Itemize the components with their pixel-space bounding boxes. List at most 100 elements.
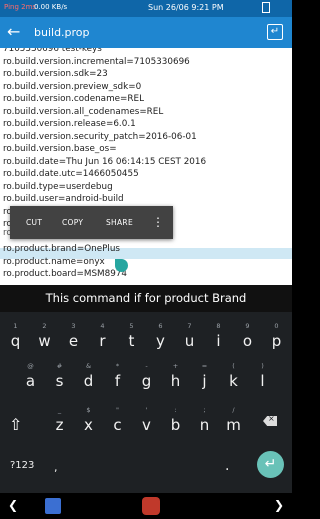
key-alt-label: 4 bbox=[100, 322, 105, 330]
page-title: build.prop bbox=[34, 26, 90, 39]
nav-back-icon[interactable]: ❮ bbox=[8, 498, 18, 512]
key-alt-label: 3 bbox=[71, 322, 76, 330]
app-bar: ← build.prop ↵ bbox=[0, 17, 292, 48]
cut-button[interactable]: CUT bbox=[26, 218, 42, 227]
key-w[interactable]: 2w bbox=[30, 318, 59, 354]
key-e[interactable]: 3e bbox=[59, 318, 88, 354]
key-b[interactable]: :b bbox=[161, 402, 190, 438]
key-n[interactable]: ; n bbox=[190, 402, 219, 438]
key-f[interactable]: * f bbox=[103, 358, 132, 394]
key-q[interactable]: 1q bbox=[1, 318, 30, 354]
key-alt-label: & bbox=[85, 362, 92, 370]
key-r[interactable]: 4r bbox=[88, 318, 117, 354]
comma-key[interactable]: , bbox=[54, 461, 58, 474]
status-bar: Ping 2ms 0.00 KB/s Sun 26/06 9:21 PM bbox=[0, 0, 292, 17]
editor-line[interactable]: 7105330696 test-keys bbox=[3, 48, 102, 54]
editor-line[interactable]: ro.build.version.sdk=23 bbox=[3, 69, 108, 79]
key-z[interactable]: _ z bbox=[45, 402, 74, 438]
key-alt-label: 2 bbox=[42, 322, 47, 330]
key-h[interactable]: + h bbox=[161, 358, 190, 394]
key-label: a bbox=[25, 372, 36, 390]
key-g[interactable]: -g bbox=[132, 358, 161, 394]
status-time: Sun 26/06 9:21 PM bbox=[148, 3, 224, 12]
key-label: l bbox=[260, 372, 265, 390]
app-icon-bird[interactable] bbox=[142, 497, 160, 515]
editor-line[interactable]: ro.build.version.preview_sdk=0 bbox=[3, 82, 141, 92]
share-button[interactable]: SHARE bbox=[106, 218, 133, 227]
key-u[interactable]: 7u bbox=[175, 318, 204, 354]
key-alt-label: * bbox=[115, 362, 120, 370]
key-label: e bbox=[68, 332, 79, 350]
key-alt-label: 0 bbox=[274, 322, 279, 330]
editor-line[interactable]: ro.build.user=android-build bbox=[3, 194, 124, 204]
editor-line[interactable]: ro.build.version.all_codenames=REL bbox=[3, 107, 163, 117]
editor-line[interactable]: ro.build.date.utc=1466050455 bbox=[3, 169, 139, 179]
key-label: d bbox=[83, 372, 94, 390]
key-label: b bbox=[170, 416, 181, 434]
key-o[interactable]: 9o bbox=[233, 318, 262, 354]
key-i[interactable]: 8i bbox=[204, 318, 233, 354]
key-alt-label: = bbox=[201, 362, 208, 370]
selection-handle[interactable] bbox=[115, 259, 128, 272]
editor-line[interactable]: ro.product.name=onyx bbox=[3, 257, 105, 267]
key-label: v bbox=[142, 416, 151, 434]
enter-icon[interactable]: ↵ bbox=[257, 451, 284, 478]
more-vertical-icon[interactable]: ⋮ bbox=[152, 215, 164, 229]
key-s[interactable]: # s bbox=[45, 358, 74, 394]
space-key[interactable] bbox=[76, 458, 216, 474]
return-icon[interactable]: ↵ bbox=[267, 24, 283, 40]
key-alt-label: 7 bbox=[187, 322, 192, 330]
key-m[interactable]: / m bbox=[219, 402, 248, 438]
status-speed: 0.00 KB/s bbox=[34, 3, 68, 11]
key-alt-label: @ bbox=[27, 362, 34, 370]
key-j[interactable]: = j bbox=[190, 358, 219, 394]
key-a[interactable]: @ a bbox=[16, 358, 45, 394]
app-icon-docs[interactable] bbox=[45, 498, 61, 514]
key-alt-label: / bbox=[232, 406, 235, 414]
copy-button[interactable]: COPY bbox=[62, 218, 83, 227]
key-label: w bbox=[38, 332, 51, 350]
nav-forward-icon[interactable]: ❯ bbox=[274, 498, 284, 512]
key-t[interactable]: 5t bbox=[117, 318, 146, 354]
key-label: m bbox=[226, 416, 241, 434]
key-d[interactable]: & d bbox=[74, 358, 103, 394]
key-alt-label: 9 bbox=[245, 322, 250, 330]
key-v[interactable]: ' v bbox=[132, 402, 161, 438]
key-alt-label: 6 bbox=[158, 322, 163, 330]
key-alt-label: ) bbox=[261, 362, 264, 370]
key-p[interactable]: 0p bbox=[262, 318, 291, 354]
annotation-caption: This command if for product Brand bbox=[0, 285, 292, 312]
key-label: t bbox=[128, 332, 135, 350]
key-label: z bbox=[55, 416, 64, 434]
key-x[interactable]: $ x bbox=[74, 402, 103, 438]
shift-icon[interactable]: ⇧ bbox=[9, 415, 22, 434]
editor-line[interactable]: ro.product.board=MSM8974 bbox=[3, 269, 127, 279]
editor-line[interactable]: ro.build.version.incremental=7105330696 bbox=[3, 57, 190, 67]
key-label: f bbox=[114, 372, 121, 390]
editor-line[interactable]: ro.build.version.base_os= bbox=[3, 144, 117, 154]
key-label: k bbox=[229, 372, 238, 390]
editor-line[interactable]: ro.build.version.codename=REL bbox=[3, 94, 144, 104]
arrow-left-icon[interactable]: ← bbox=[7, 23, 20, 41]
status-ping: Ping 2ms bbox=[4, 3, 37, 11]
editor-line[interactable]: ro.build.version.release=6.0.1 bbox=[3, 119, 136, 129]
symbols-key[interactable]: ?123 bbox=[10, 460, 34, 471]
editor-line[interactable]: ro.build.type=userdebug bbox=[3, 182, 113, 192]
editor-line[interactable]: ro.build.version.security_patch=2016-06-… bbox=[3, 132, 197, 142]
battery-icon bbox=[262, 2, 270, 13]
editor-line[interactable]: ro.build.date=Thu Jun 16 06:14:15 CEST 2… bbox=[3, 157, 206, 167]
editor-line[interactable]: ro.product.brand=OnePlus bbox=[3, 244, 120, 254]
key-label: x bbox=[84, 416, 93, 434]
period-key[interactable]: . bbox=[225, 458, 229, 474]
key-label: i bbox=[216, 332, 221, 350]
key-label: r bbox=[99, 332, 106, 350]
key-k[interactable]: (k bbox=[219, 358, 248, 394]
key-alt-label: + bbox=[172, 362, 179, 370]
text-editor[interactable]: 7105330696 test-keys ro.build.version.inc… bbox=[0, 48, 292, 285]
key-alt-label: 8 bbox=[216, 322, 221, 330]
key-c[interactable]: " c bbox=[103, 402, 132, 438]
key-y[interactable]: 6y bbox=[146, 318, 175, 354]
key-label: o bbox=[242, 332, 253, 350]
key-l[interactable]: ) l bbox=[248, 358, 277, 394]
key-alt-label: 5 bbox=[129, 322, 134, 330]
